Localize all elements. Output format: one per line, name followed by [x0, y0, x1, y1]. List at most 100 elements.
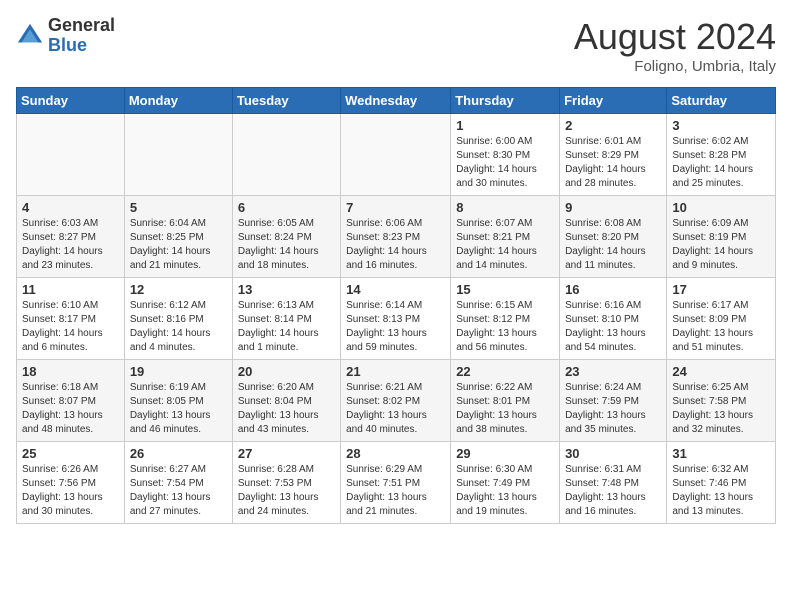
- calendar-day-cell: 5 Sunrise: 6:04 AM Sunset: 8:25 PM Daylig…: [124, 196, 232, 278]
- weekday-header: Wednesday: [341, 88, 451, 114]
- calendar-day-cell: 7 Sunrise: 6:06 AM Sunset: 8:23 PM Daylig…: [341, 196, 451, 278]
- weekday-header: Monday: [124, 88, 232, 114]
- calendar-week-row: 4 Sunrise: 6:03 AM Sunset: 8:27 PM Daylig…: [17, 196, 776, 278]
- day-info: Sunrise: 6:10 AM Sunset: 8:17 PM Dayligh…: [22, 299, 119, 355]
- weekday-header: Tuesday: [232, 88, 340, 114]
- day-info: Sunrise: 6:03 AM Sunset: 8:27 PM Dayligh…: [22, 217, 119, 273]
- day-number: 19: [130, 364, 227, 379]
- day-info: Sunrise: 6:05 AM Sunset: 8:24 PM Dayligh…: [238, 217, 335, 273]
- day-number: 8: [456, 200, 554, 215]
- logo-icon: [16, 22, 44, 50]
- calendar-day-cell: 15 Sunrise: 6:15 AM Sunset: 8:12 PM Dayli…: [451, 278, 560, 360]
- logo-general: General: [48, 16, 115, 36]
- calendar-day-cell: 27Sunrise: 6:28 AM Sunset: 7:53 PM Dayli…: [232, 442, 340, 524]
- calendar-day-cell: 12 Sunrise: 6:12 AM Sunset: 8:16 PM Dayli…: [124, 278, 232, 360]
- calendar-day-cell: 26Sunrise: 6:27 AM Sunset: 7:54 PM Dayli…: [124, 442, 232, 524]
- day-info: Sunrise: 6:20 AM Sunset: 8:04 PM Dayligh…: [238, 381, 335, 437]
- calendar-day-cell: 24 Sunrise: 6:25 AM Sunset: 7:58 PM Dayli…: [667, 360, 776, 442]
- day-number: 13: [238, 282, 335, 297]
- calendar-day-cell: 16 Sunrise: 6:16 AM Sunset: 8:10 PM Dayli…: [560, 278, 667, 360]
- calendar-day-cell: 8 Sunrise: 6:07 AM Sunset: 8:21 PM Daylig…: [451, 196, 560, 278]
- day-info: Sunrise: 6:25 AM Sunset: 7:58 PM Dayligh…: [672, 381, 770, 437]
- calendar-day-cell: 2 Sunrise: 6:01 AM Sunset: 8:29 PM Daylig…: [560, 114, 667, 196]
- day-number: 12: [130, 282, 227, 297]
- day-number: 23: [565, 364, 661, 379]
- calendar-day-cell: 6 Sunrise: 6:05 AM Sunset: 8:24 PM Daylig…: [232, 196, 340, 278]
- calendar-day-cell: [124, 114, 232, 196]
- calendar-day-cell: 29 Sunrise: 6:30 AM Sunset: 7:49 PM Dayli…: [451, 442, 560, 524]
- day-number: 2: [565, 118, 661, 133]
- calendar-table: SundayMondayTuesdayWednesdayThursdayFrid…: [16, 87, 776, 524]
- day-number: 26: [130, 446, 227, 461]
- calendar-day-cell: 17Sunrise: 6:17 AM Sunset: 8:09 PM Dayli…: [667, 278, 776, 360]
- logo-text: General Blue: [48, 16, 115, 56]
- day-info: Sunrise: 6:15 AM Sunset: 8:12 PM Dayligh…: [456, 299, 554, 355]
- day-number: 30: [565, 446, 661, 461]
- calendar-day-cell: 23 Sunrise: 6:24 AM Sunset: 7:59 PM Dayli…: [560, 360, 667, 442]
- day-info: Sunrise: 6:13 AM Sunset: 8:14 PM Dayligh…: [238, 299, 335, 355]
- day-info: Sunrise: 6:28 AM Sunset: 7:53 PM Dayligh…: [238, 463, 335, 519]
- weekday-header: Sunday: [17, 88, 125, 114]
- day-info: Sunrise: 6:29 AM Sunset: 7:51 PM Dayligh…: [346, 463, 445, 519]
- day-number: 21: [346, 364, 445, 379]
- page-header: General Blue August 2024 Foligno, Umbria…: [16, 16, 776, 75]
- calendar-day-cell: 18Sunrise: 6:18 AM Sunset: 8:07 PM Dayli…: [17, 360, 125, 442]
- day-number: 5: [130, 200, 227, 215]
- calendar-week-row: 18Sunrise: 6:18 AM Sunset: 8:07 PM Dayli…: [17, 360, 776, 442]
- calendar-day-cell: 11Sunrise: 6:10 AM Sunset: 8:17 PM Dayli…: [17, 278, 125, 360]
- calendar-day-cell: 9 Sunrise: 6:08 AM Sunset: 8:20 PM Daylig…: [560, 196, 667, 278]
- day-info: Sunrise: 6:31 AM Sunset: 7:48 PM Dayligh…: [565, 463, 661, 519]
- logo-blue: Blue: [48, 36, 115, 56]
- calendar-week-row: 11Sunrise: 6:10 AM Sunset: 8:17 PM Dayli…: [17, 278, 776, 360]
- day-number: 7: [346, 200, 445, 215]
- day-info: Sunrise: 6:06 AM Sunset: 8:23 PM Dayligh…: [346, 217, 445, 273]
- day-info: Sunrise: 6:00 AM Sunset: 8:30 PM Dayligh…: [456, 135, 554, 191]
- day-number: 22: [456, 364, 554, 379]
- day-number: 14: [346, 282, 445, 297]
- day-number: 10: [672, 200, 770, 215]
- day-info: Sunrise: 6:22 AM Sunset: 8:01 PM Dayligh…: [456, 381, 554, 437]
- weekday-header: Thursday: [451, 88, 560, 114]
- day-info: Sunrise: 6:04 AM Sunset: 8:25 PM Dayligh…: [130, 217, 227, 273]
- day-info: Sunrise: 6:02 AM Sunset: 8:28 PM Dayligh…: [672, 135, 770, 191]
- day-number: 9: [565, 200, 661, 215]
- calendar-week-row: 1 Sunrise: 6:00 AM Sunset: 8:30 PM Daylig…: [17, 114, 776, 196]
- calendar-day-cell: [341, 114, 451, 196]
- day-info: Sunrise: 6:24 AM Sunset: 7:59 PM Dayligh…: [565, 381, 661, 437]
- weekday-header: Friday: [560, 88, 667, 114]
- day-info: Sunrise: 6:32 AM Sunset: 7:46 PM Dayligh…: [672, 463, 770, 519]
- day-number: 29: [456, 446, 554, 461]
- calendar-day-cell: [232, 114, 340, 196]
- calendar-day-cell: 4 Sunrise: 6:03 AM Sunset: 8:27 PM Daylig…: [17, 196, 125, 278]
- calendar-day-cell: 30 Sunrise: 6:31 AM Sunset: 7:48 PM Dayli…: [560, 442, 667, 524]
- day-number: 4: [22, 200, 119, 215]
- day-number: 24: [672, 364, 770, 379]
- title-block: August 2024 Foligno, Umbria, Italy: [574, 16, 776, 75]
- calendar-day-cell: 10Sunrise: 6:09 AM Sunset: 8:19 PM Dayli…: [667, 196, 776, 278]
- day-number: 1: [456, 118, 554, 133]
- day-info: Sunrise: 6:17 AM Sunset: 8:09 PM Dayligh…: [672, 299, 770, 355]
- calendar-day-cell: 3Sunrise: 6:02 AM Sunset: 8:28 PM Daylig…: [667, 114, 776, 196]
- day-number: 18: [22, 364, 119, 379]
- day-number: 31: [672, 446, 770, 461]
- day-number: 28: [346, 446, 445, 461]
- calendar-day-cell: 21Sunrise: 6:21 AM Sunset: 8:02 PM Dayli…: [341, 360, 451, 442]
- day-info: Sunrise: 6:08 AM Sunset: 8:20 PM Dayligh…: [565, 217, 661, 273]
- day-info: Sunrise: 6:26 AM Sunset: 7:56 PM Dayligh…: [22, 463, 119, 519]
- day-number: 6: [238, 200, 335, 215]
- day-number: 16: [565, 282, 661, 297]
- day-number: 15: [456, 282, 554, 297]
- weekday-header: Saturday: [667, 88, 776, 114]
- day-info: Sunrise: 6:07 AM Sunset: 8:21 PM Dayligh…: [456, 217, 554, 273]
- logo: General Blue: [16, 16, 115, 56]
- calendar-day-cell: 20Sunrise: 6:20 AM Sunset: 8:04 PM Dayli…: [232, 360, 340, 442]
- calendar-header-row: SundayMondayTuesdayWednesdayThursdayFrid…: [17, 88, 776, 114]
- calendar-day-cell: 14 Sunrise: 6:14 AM Sunset: 8:13 PM Dayli…: [341, 278, 451, 360]
- day-info: Sunrise: 6:14 AM Sunset: 8:13 PM Dayligh…: [346, 299, 445, 355]
- day-info: Sunrise: 6:19 AM Sunset: 8:05 PM Dayligh…: [130, 381, 227, 437]
- day-info: Sunrise: 6:01 AM Sunset: 8:29 PM Dayligh…: [565, 135, 661, 191]
- calendar-day-cell: 25Sunrise: 6:26 AM Sunset: 7:56 PM Dayli…: [17, 442, 125, 524]
- day-info: Sunrise: 6:16 AM Sunset: 8:10 PM Dayligh…: [565, 299, 661, 355]
- day-info: Sunrise: 6:12 AM Sunset: 8:16 PM Dayligh…: [130, 299, 227, 355]
- day-info: Sunrise: 6:30 AM Sunset: 7:49 PM Dayligh…: [456, 463, 554, 519]
